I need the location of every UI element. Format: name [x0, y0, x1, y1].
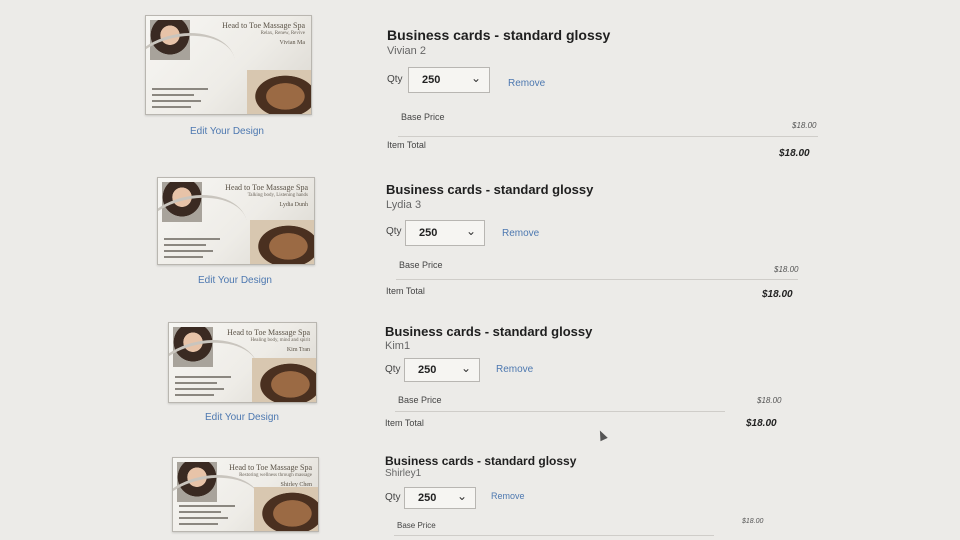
qty-select[interactable]: 250 ⌄ [405, 220, 485, 246]
card-person: Lydia Dunh [279, 202, 309, 208]
card-tagline: Healing body, mind and spirit [250, 338, 310, 343]
remove-link[interactable]: Remove [502, 228, 539, 239]
remove-link[interactable]: Remove [508, 78, 545, 89]
base-price-label: Base Price [401, 112, 445, 122]
item-total-label: Item Total [386, 286, 425, 296]
chevron-down-icon: ⌄ [465, 224, 476, 238]
qty-label: Qty [386, 226, 402, 237]
base-price-label: Base Price [398, 395, 442, 405]
design-name: Vivian 2 [387, 45, 426, 57]
chevron-down-icon: ⌄ [470, 71, 481, 85]
card-company: Head to Toe Massage Spa [227, 328, 310, 337]
product-title: Business cards - standard glossy [385, 454, 577, 468]
design-name: Lydia 3 [386, 199, 422, 211]
card-company: Head to Toe Massage Spa [225, 183, 308, 192]
divider [394, 535, 714, 536]
base-price-value: $18.00 [774, 265, 799, 274]
card-massage-image [254, 487, 318, 531]
base-price-value: $18.00 [757, 396, 782, 405]
card-thumbnail[interactable]: Head to Toe Massage Spa Talking body, Li… [157, 177, 315, 265]
item-total-value: $18.00 [762, 289, 793, 300]
card-massage-image [247, 70, 311, 114]
card-contact-lines [152, 84, 222, 108]
edit-design-link[interactable]: Edit Your Design [190, 126, 264, 137]
design-name: Shirley1 [385, 468, 422, 479]
qty-select[interactable]: 250 ⌄ [404, 358, 480, 382]
qty-label: Qty [385, 492, 401, 503]
qty-select[interactable]: 250 ⌄ [408, 67, 490, 93]
edit-design-link[interactable]: Edit Your Design [198, 275, 272, 286]
divider [395, 411, 725, 412]
qty-value: 250 [419, 227, 438, 239]
product-title: Business cards - standard glossy [387, 27, 611, 43]
base-price-label: Base Price [399, 260, 443, 270]
product-title: Business cards - standard glossy [386, 182, 594, 197]
card-thumbnail[interactable]: Head to Toe Massage Spa Healing body, mi… [168, 322, 317, 403]
design-name: Kim1 [385, 340, 411, 352]
card-company: Head to Toe Massage Spa [229, 463, 312, 472]
qty-select[interactable]: 250 ⌄ [404, 487, 476, 509]
card-company: Head to Toe Massage Spa [222, 21, 305, 30]
card-tagline: Relax, Renew, Revive [260, 31, 305, 36]
qty-value: 250 [418, 364, 437, 376]
item-total-label: Item Total [385, 418, 424, 428]
chevron-down-icon: ⌄ [460, 361, 471, 375]
card-thumbnail[interactable]: Head to Toe Massage Spa Restoring wellne… [172, 457, 319, 532]
chevron-down-icon: ⌄ [456, 489, 467, 503]
mouse-pointer-icon [596, 428, 608, 442]
qty-value: 250 [418, 492, 437, 504]
card-massage-image [252, 358, 316, 402]
edit-design-link[interactable]: Edit Your Design [205, 412, 279, 423]
item-total-value: $18.00 [746, 418, 777, 429]
card-massage-image [250, 220, 314, 264]
card-thumbnail[interactable]: Head to Toe Massage Spa Relax, Renew, Re… [145, 15, 312, 115]
qty-label: Qty [385, 364, 401, 375]
base-price-value: $18.00 [792, 121, 817, 130]
card-tagline: Talking body, Listening hands [247, 193, 308, 198]
divider [398, 136, 818, 137]
remove-link[interactable]: Remove [491, 491, 525, 501]
item-total-value: $18.00 [779, 148, 810, 159]
base-price-label: Base Price [397, 521, 436, 530]
qty-label: Qty [387, 74, 403, 85]
card-tagline: Restoring wellness through massage [239, 473, 312, 478]
card-contact-lines [164, 234, 234, 258]
card-contact-lines [179, 501, 249, 525]
qty-value: 250 [422, 74, 441, 86]
item-total-label: Item Total [387, 140, 426, 150]
card-person: Vivian Ma [279, 40, 305, 46]
divider [396, 279, 798, 280]
card-contact-lines [175, 372, 245, 396]
card-person: Kim Tran [286, 347, 310, 353]
remove-link[interactable]: Remove [496, 364, 533, 375]
base-price-value: $18.00 [742, 518, 764, 525]
product-title: Business cards - standard glossy [385, 324, 593, 339]
